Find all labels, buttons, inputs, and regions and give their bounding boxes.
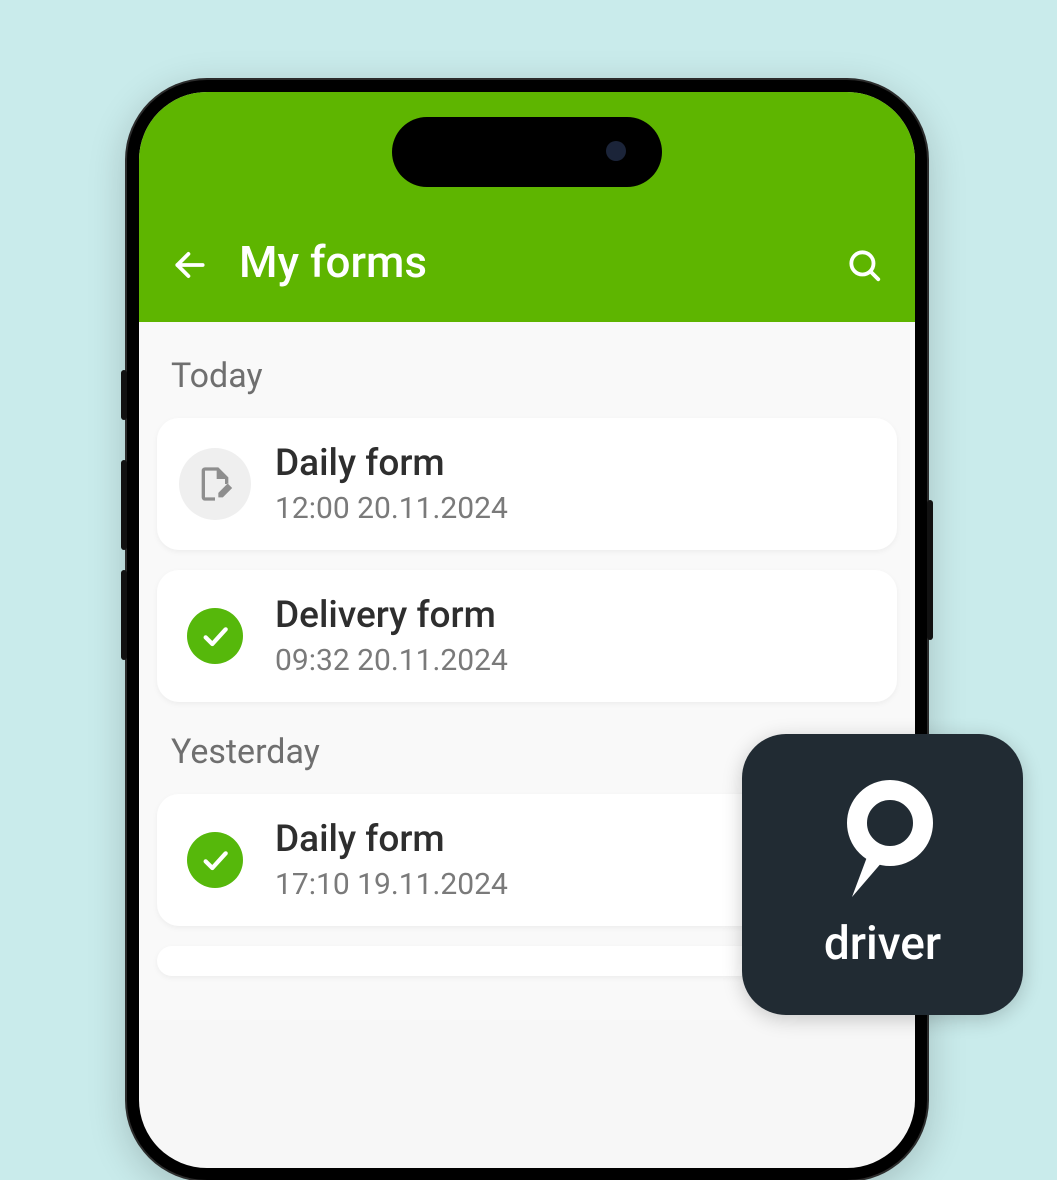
phone-notch — [392, 117, 662, 187]
driver-app-badge: driver — [742, 734, 1023, 1015]
page-title: My forms — [239, 236, 841, 288]
form-done-icon-wrap — [179, 824, 251, 896]
search-button[interactable] — [841, 242, 887, 288]
search-icon — [845, 246, 883, 284]
driver-logo-icon — [828, 779, 938, 909]
section-header-today: Today — [157, 346, 897, 418]
form-item-delivery-done[interactable]: Delivery form 09:32 20.11.2024 — [157, 570, 897, 702]
form-edit-icon — [179, 448, 251, 520]
form-item-daily-pending[interactable]: Daily form 12:00 20.11.2024 — [157, 418, 897, 550]
back-button[interactable] — [167, 242, 213, 288]
check-circle-icon — [187, 608, 243, 664]
form-item-title: Daily form — [275, 442, 875, 485]
form-item-timestamp: 09:32 20.11.2024 — [275, 643, 875, 678]
phone-side-button — [121, 570, 127, 660]
form-item-body: Delivery form 09:32 20.11.2024 — [275, 594, 875, 678]
check-circle-icon — [187, 832, 243, 888]
phone-side-button — [927, 500, 933, 640]
driver-badge-label: driver — [824, 917, 941, 971]
form-item-title: Delivery form — [275, 594, 875, 637]
phone-side-button — [121, 370, 127, 420]
form-item-timestamp: 12:00 20.11.2024 — [275, 491, 875, 526]
form-item-body: Daily form 12:00 20.11.2024 — [275, 442, 875, 526]
back-arrow-icon — [171, 246, 209, 284]
phone-side-button — [121, 460, 127, 550]
form-done-icon-wrap — [179, 600, 251, 672]
phone-frame: My forms Today Daily form 12:00 20.11.20… — [127, 80, 927, 1180]
